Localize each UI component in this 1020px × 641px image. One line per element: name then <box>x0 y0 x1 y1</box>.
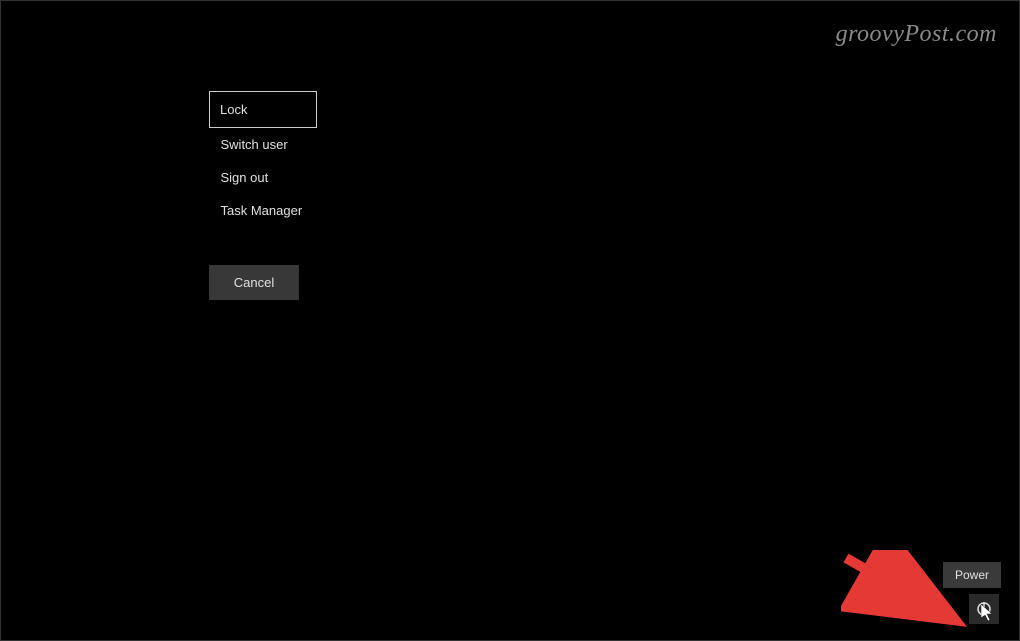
lock-option[interactable]: Lock <box>209 91 317 128</box>
sign-out-option[interactable]: Sign out <box>209 161 317 194</box>
accessibility-icon[interactable] <box>931 599 951 619</box>
system-tray <box>893 594 999 624</box>
watermark-text: groovyPost.com <box>836 21 997 48</box>
ctrl-alt-del-menu: Lock Switch user Sign out Task Manager C… <box>209 91 317 300</box>
cancel-button[interactable]: Cancel <box>209 265 299 300</box>
power-icon <box>976 601 992 617</box>
wifi-icon[interactable] <box>893 599 913 619</box>
power-tooltip: Power <box>943 562 1001 588</box>
switch-user-option[interactable]: Switch user <box>209 128 317 161</box>
task-manager-option[interactable]: Task Manager <box>209 194 317 227</box>
power-button[interactable] <box>969 594 999 624</box>
